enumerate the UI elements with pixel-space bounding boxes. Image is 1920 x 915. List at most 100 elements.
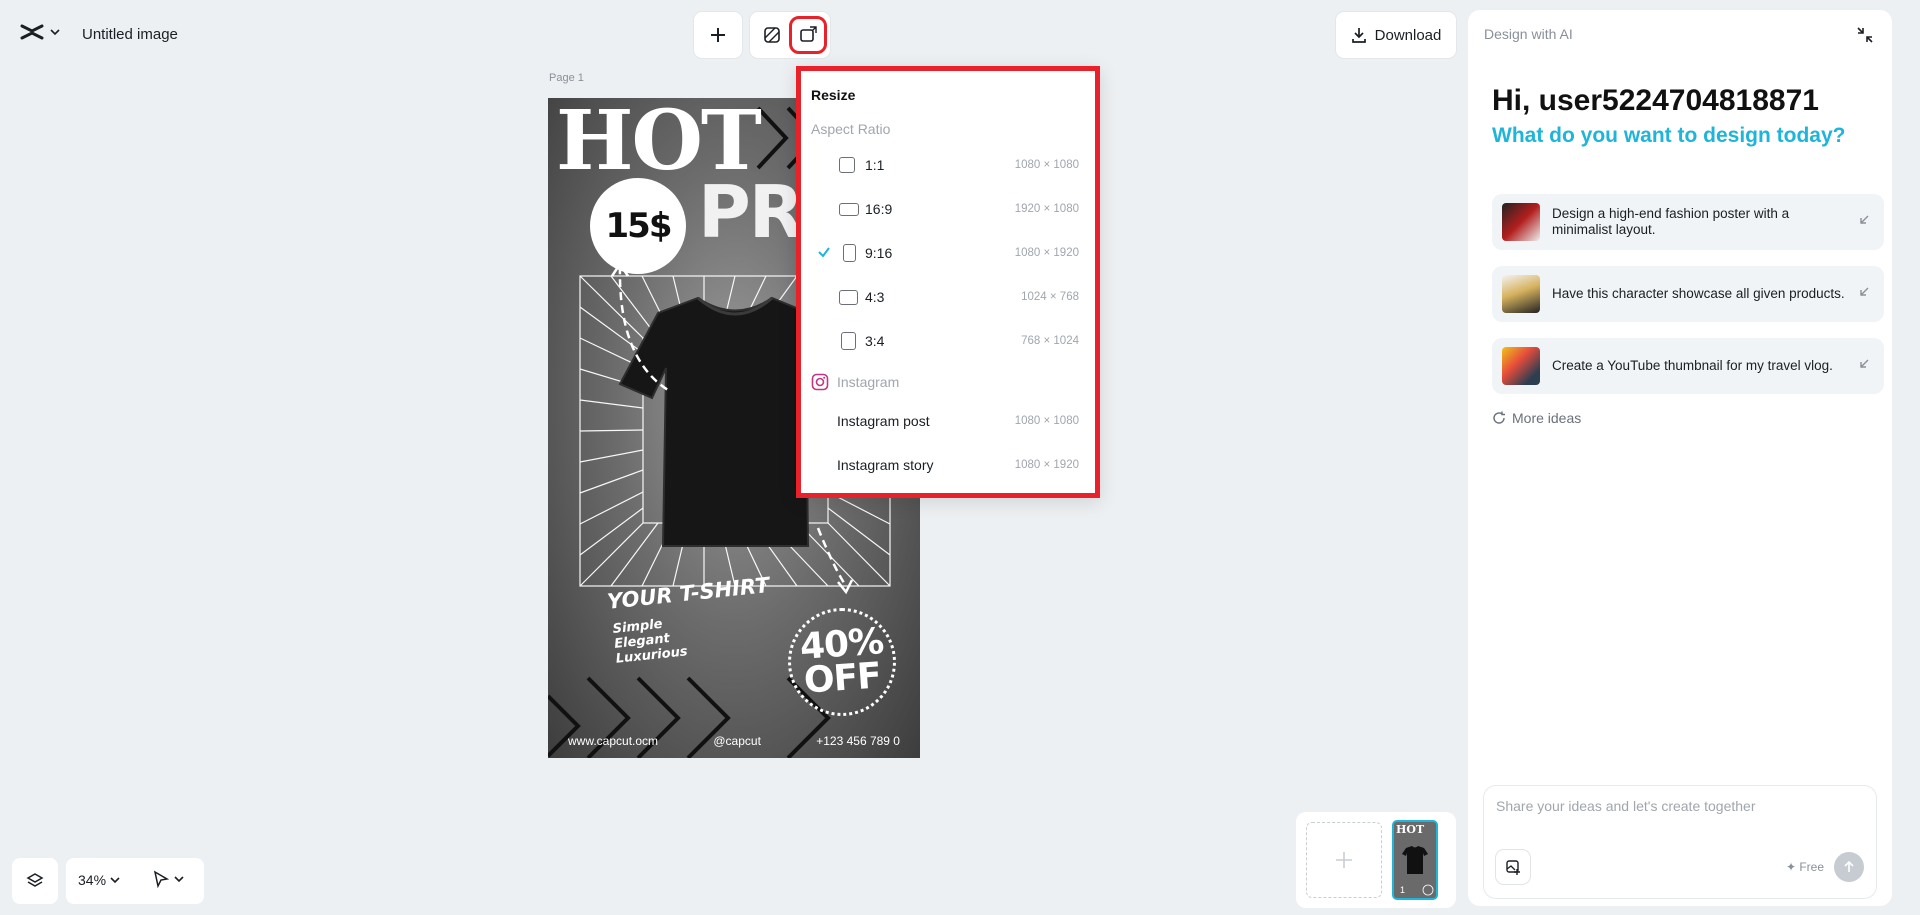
poster-discount-off: OFF [802, 655, 882, 702]
svg-text:HOT: HOT [1396, 823, 1425, 836]
page-thumbnail-number: 1 [1400, 885, 1406, 895]
resize-button[interactable] [789, 16, 827, 54]
ratio-option-4-3[interactable]: 4:3 1024 × 768 [801, 279, 1095, 315]
more-ideas-label: More ideas [1512, 410, 1582, 426]
portrait-ratio-icon [843, 244, 856, 262]
ratio-label: 4:3 [865, 289, 885, 305]
layers-button[interactable] [12, 858, 58, 904]
app-menu-button[interactable] [20, 22, 60, 42]
background-icon [764, 27, 780, 43]
refresh-icon [1493, 411, 1505, 424]
download-label: Download [1374, 26, 1442, 44]
idea-thumbnail [1502, 347, 1540, 385]
plus-icon [711, 28, 725, 42]
square-ratio-icon [839, 157, 855, 173]
idea-thumbnail [1502, 275, 1540, 313]
ratio-option-1-1[interactable]: 1:1 1080 × 1080 [801, 147, 1095, 183]
arrow-insert-icon [1860, 359, 1869, 368]
page-thumbnail[interactable]: HOT 1 [1392, 820, 1438, 900]
chevron-down-icon [110, 877, 120, 884]
plus-icon [1336, 852, 1352, 868]
ratio-option-3-4[interactable]: 3:4 768 × 1024 [801, 323, 1095, 359]
option-dimensions: 1080 × 1920 [1014, 459, 1079, 471]
zoom-level: 34% [78, 872, 107, 888]
chat-input[interactable] [1496, 798, 1856, 814]
arrow-insert-icon [1860, 215, 1869, 224]
zoom-controls: 34% [66, 858, 204, 904]
collapse-panel-button[interactable] [1854, 24, 1876, 46]
chevron-down-icon [174, 876, 184, 883]
poster-price-badge: 15$ [590, 178, 686, 274]
poster-price: 15$ [605, 206, 673, 246]
more-ideas-button[interactable]: More ideas [1492, 410, 1581, 426]
background-button[interactable] [757, 20, 787, 50]
ratio-dimensions: 1080 × 1080 [1014, 159, 1079, 171]
design-with-ai-panel: Design with AI Hi, user5224704818871 Wha… [1468, 10, 1892, 906]
instagram-post-option[interactable]: Instagram post 1080 × 1080 [801, 403, 1095, 439]
layers-icon [26, 873, 44, 887]
greeting: Hi, user5224704818871 [1492, 84, 1819, 117]
portrait-ratio-icon [841, 332, 856, 350]
idea-text: Have this character showcase all given p… [1552, 286, 1845, 301]
download-icon [1351, 28, 1366, 43]
instagram-story-option[interactable]: Instagram story 1080 × 1920 [801, 447, 1095, 483]
ratio-option-9-16[interactable]: 9:16 1080 × 1920 [801, 235, 1095, 271]
idea-card[interactable]: Create a YouTube thumbnail for my travel… [1492, 338, 1884, 394]
ratio-dimensions: 768 × 1024 [1021, 335, 1079, 347]
poster-handle: @capcut [713, 734, 761, 748]
idea-text: Design a high-end fashion poster with a … [1552, 206, 1790, 237]
instagram-heading-label: Instagram [837, 374, 900, 390]
ratio-label: 3:4 [865, 333, 885, 349]
minimize-icon [1857, 27, 1873, 43]
page-tray: HOT 1 [1296, 812, 1456, 908]
attach-image-button[interactable] [1496, 850, 1530, 884]
ratio-dimensions: 1920 × 1080 [1014, 203, 1079, 215]
ratio-dimensions: 1080 × 1920 [1014, 247, 1079, 259]
resize-menu: Resize Aspect Ratio 1:1 1080 × 1080 16:9… [796, 66, 1100, 498]
resize-icon [800, 26, 817, 42]
cursor-icon [153, 870, 170, 888]
poster-words: Simple Elegant Luxurious [612, 614, 688, 667]
download-button[interactable]: Download [1336, 12, 1456, 58]
poster-website: www.capcut.ocm [568, 734, 659, 748]
greeting-subtitle: What do you want to design today? [1492, 124, 1846, 147]
free-badge: ✦ Free [1785, 860, 1824, 874]
pointer-tool-dropdown[interactable] [152, 870, 184, 888]
zoom-dropdown[interactable]: 34% [78, 872, 120, 888]
document-title[interactable]: Untitled image [82, 26, 178, 43]
ratio-option-16-9[interactable]: 16:9 1920 × 1080 [801, 191, 1095, 227]
ratio-label: 9:16 [865, 245, 893, 261]
ratio-label: 16:9 [865, 201, 893, 217]
checkmark-icon [818, 247, 830, 258]
poster-phone: +123 456 789 0 [816, 734, 900, 748]
chat-composer: ✦ Free [1484, 786, 1876, 898]
option-label: Instagram story [837, 457, 934, 473]
capcut-logo-icon [20, 24, 44, 40]
idea-thumbnail [1502, 203, 1540, 241]
aspect-ratio-heading: Aspect Ratio [811, 121, 891, 137]
poster-discount-badge: 40% OFF [788, 608, 896, 716]
instagram-icon [811, 373, 829, 391]
add-element-button[interactable] [694, 12, 742, 58]
page-label: Page 1 [549, 72, 584, 84]
ratio-label: 1:1 [865, 157, 885, 173]
image-add-icon [1506, 860, 1520, 875]
landscape-ratio-icon [839, 203, 859, 216]
instagram-heading: Instagram [811, 373, 899, 391]
idea-card[interactable]: Design a high-end fashion poster with a … [1492, 194, 1884, 250]
arrow-up-icon [1844, 861, 1854, 872]
panel-title: Design with AI [1484, 26, 1573, 42]
poster-footer: www.capcut.ocm @capcut +123 456 789 0 [548, 734, 920, 748]
add-page-button[interactable] [1306, 822, 1382, 898]
canvas-tools [750, 12, 830, 58]
option-dimensions: 1080 × 1080 [1014, 415, 1079, 427]
resize-menu-title: Resize [811, 87, 856, 103]
chevron-down-icon [50, 29, 60, 36]
arrow-insert-icon [1860, 287, 1869, 296]
idea-text: Create a YouTube thumbnail for my travel… [1552, 358, 1833, 373]
option-label: Instagram post [837, 413, 930, 429]
idea-card[interactable]: Have this character showcase all given p… [1492, 266, 1884, 322]
send-button[interactable] [1834, 852, 1864, 882]
landscape-ratio-icon [839, 290, 858, 305]
ratio-dimensions: 1024 × 768 [1021, 291, 1079, 303]
